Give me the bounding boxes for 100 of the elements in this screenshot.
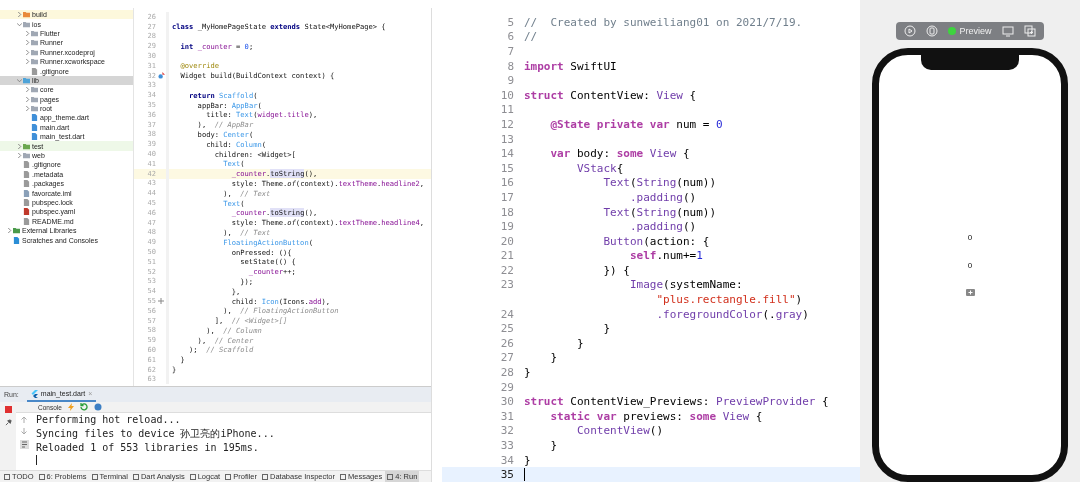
- code-line: struct ContentView_Previews: PreviewProvider {: [524, 395, 829, 409]
- code-line: }: [549, 351, 558, 365]
- tool-icon: [189, 473, 196, 480]
- line-number: 15: [499, 161, 515, 175]
- line-number: 26: [499, 336, 515, 350]
- chevron-icon[interactable]: [17, 153, 22, 159]
- duplicate-icon[interactable]: [1023, 24, 1036, 37]
- code-line: struct ContentView: View {: [524, 88, 697, 102]
- folder-icon: [13, 227, 20, 235]
- stop-icon[interactable]: [4, 406, 12, 413]
- code-line: static var previews: some View {: [549, 409, 763, 423]
- chevron-icon[interactable]: [25, 87, 30, 93]
- monitor-icon[interactable]: [1001, 24, 1014, 37]
- chevron-icon[interactable]: [25, 59, 30, 65]
- chevron-icon[interactable]: [7, 228, 12, 234]
- line-number: 17: [499, 190, 515, 204]
- down-arrow-icon[interactable]: [21, 428, 27, 435]
- line-number: 13: [499, 132, 515, 146]
- line-number: 24: [499, 307, 515, 321]
- play-icon[interactable]: [904, 24, 917, 37]
- code-line: Button(action: {: [602, 234, 710, 248]
- chevron-icon[interactable]: [17, 143, 22, 149]
- plus-rectangle-icon[interactable]: [965, 288, 975, 296]
- line-number: 5: [506, 15, 515, 29]
- line-number: 22: [499, 263, 515, 277]
- line-number: 29: [499, 380, 515, 394]
- line-number: 27: [499, 351, 515, 365]
- reload-icon[interactable]: [79, 403, 88, 411]
- chevron-icon[interactable]: [17, 12, 22, 18]
- code-line: .padding(): [628, 220, 697, 234]
- line-number: 23: [499, 278, 515, 292]
- up-arrow-icon[interactable]: [21, 416, 27, 423]
- code-line: Text(String(num)): [602, 205, 717, 219]
- line-number: 28: [499, 366, 515, 380]
- text-cursor: [36, 455, 37, 465]
- line-number: 6: [506, 30, 515, 44]
- line-number: 31: [499, 409, 515, 423]
- preview-label[interactable]: Preview: [948, 25, 992, 36]
- code-line: VStack{: [575, 161, 624, 175]
- line-number: 35: [499, 468, 515, 482]
- line-number: 25: [499, 322, 515, 336]
- tool-icon: [91, 473, 98, 480]
- override-icon[interactable]: [157, 72, 165, 80]
- code-line: import SwiftUI: [524, 59, 617, 73]
- code-line: @State private var num = 0: [549, 117, 723, 131]
- chevron-icon[interactable]: [25, 40, 30, 46]
- line-number: 11: [499, 103, 515, 117]
- line-number: 33: [499, 439, 515, 452]
- console-line: Reloaded 1 of 553 libraries in 195ms.: [35, 441, 260, 455]
- tool-icon: [340, 473, 347, 480]
- code-line: Text(String(num)): [602, 176, 717, 190]
- line-number: 8: [506, 59, 515, 73]
- chevron-icon[interactable]: [25, 30, 30, 36]
- line-number: 30: [499, 395, 515, 409]
- line-number: 21: [499, 249, 515, 263]
- plus-icon: [158, 298, 164, 304]
- soft-wrap-icon[interactable]: [19, 440, 29, 449]
- chevron-icon[interactable]: [17, 77, 22, 83]
- code-line: "plus.rectangle.fill"): [655, 293, 803, 307]
- line-number: 16: [499, 176, 515, 190]
- code-line: .padding(): [628, 190, 697, 204]
- code-line: self.num+=1: [628, 249, 703, 263]
- tool-icon: [387, 473, 394, 480]
- pin-icon[interactable]: [4, 419, 12, 426]
- line-number: 7: [506, 45, 515, 58]
- code-line: var body: some View {: [549, 147, 690, 161]
- flutter-icon: [30, 389, 38, 398]
- status-dot-icon: [948, 26, 957, 35]
- code-line: }: [575, 336, 584, 350]
- code-line: // Created by sunweiliang01 on 2021/7/19.: [524, 15, 803, 29]
- counter-text: 0: [967, 232, 973, 243]
- code-line: }: [549, 439, 558, 452]
- code-line: Image(systemName:: [628, 278, 743, 292]
- chevron-icon[interactable]: [25, 106, 30, 112]
- tool-icon: [4, 473, 10, 480]
- code-line: .foregroundColor(.gray): [655, 307, 809, 321]
- tool-icon: [225, 473, 232, 480]
- counter-text: 0: [967, 260, 973, 271]
- code-line: //: [524, 30, 538, 44]
- chevron-icon[interactable]: [25, 96, 30, 102]
- line-number: 12: [499, 117, 515, 131]
- tool-icon: [132, 473, 139, 480]
- code-line: }: [524, 453, 531, 467]
- lightning-icon[interactable]: [67, 403, 74, 411]
- code-line: }: [524, 366, 531, 380]
- file-icon: [31, 67, 38, 75]
- device-icon[interactable]: [926, 24, 939, 37]
- code-line: }) {: [602, 263, 630, 277]
- chevron-icon[interactable]: [25, 49, 30, 55]
- line-number: 19: [499, 220, 515, 234]
- console-line: Syncing files to device 孙卫亮的iPhone...: [35, 427, 276, 441]
- line-number: 10: [499, 88, 515, 102]
- code-line: ContentView(): [575, 424, 664, 438]
- line-number: 14: [499, 147, 515, 161]
- line-number: 32: [499, 424, 515, 438]
- line-number: 34: [499, 453, 515, 467]
- chevron-icon[interactable]: [17, 21, 22, 27]
- file-icon: [13, 236, 20, 244]
- code-line: }: [602, 322, 611, 336]
- tool-icon: [262, 473, 268, 480]
